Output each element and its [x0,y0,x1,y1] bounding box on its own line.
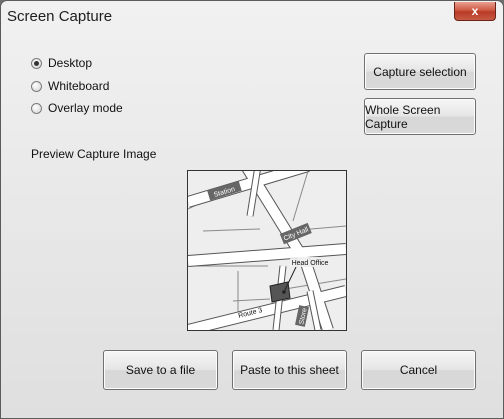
capture-selection-button[interactable]: Capture selection [364,53,476,90]
whole-screen-capture-button[interactable]: Whole Screen Capture [364,98,476,135]
radio-overlay-mode[interactable]: Overlay mode [31,101,123,115]
window-title: Screen Capture [7,8,113,25]
radio-desktop-label: Desktop [48,56,93,70]
map-preview: Station City Hall Head Office Route 3 St… [188,171,346,330]
radio-desktop[interactable]: Desktop [31,56,92,70]
radio-selected-icon[interactable] [31,57,42,69]
map-label-head-office: Head Office [292,260,329,267]
cancel-button[interactable]: Cancel [361,350,476,390]
close-button[interactable]: x [454,2,496,21]
radio-overlay-label: Overlay mode [48,101,123,115]
screen-capture-dialog: Screen Capture x Desktop Whiteboard Over… [0,0,504,419]
paste-to-sheet-button[interactable]: Paste to this sheet [232,350,347,390]
preview-label: Preview Capture Image [31,147,157,161]
preview-image: Station City Hall Head Office Route 3 St… [187,170,347,331]
radio-whiteboard-label: Whiteboard [48,79,110,93]
save-to-file-button[interactable]: Save to a file [103,350,218,390]
radio-whiteboard[interactable]: Whiteboard [31,79,109,93]
radio-unselected-icon[interactable] [31,80,42,92]
radio-unselected-icon[interactable] [31,102,42,114]
